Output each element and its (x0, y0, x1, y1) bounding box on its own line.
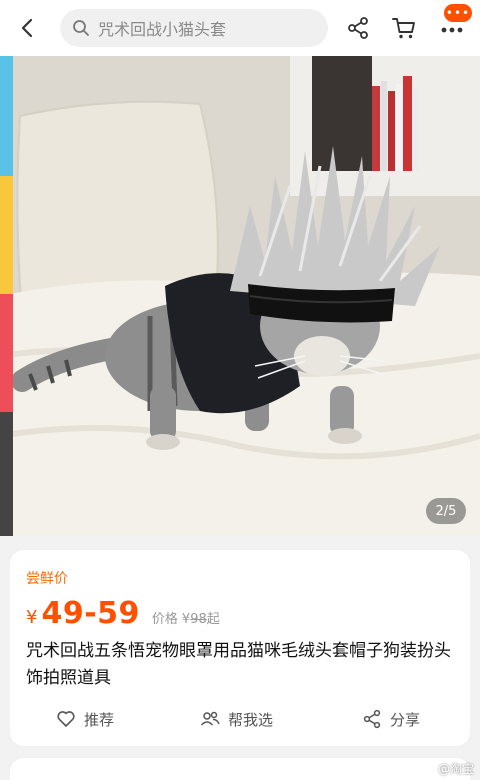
people-icon (200, 709, 220, 729)
back-icon[interactable] (14, 14, 42, 42)
promo-label: 尝鲜价 (26, 571, 68, 587)
heart-icon (56, 709, 76, 729)
product-image[interactable]: 2/5 (0, 56, 480, 536)
top-bar: 咒术回战小猫头套 ••• (0, 0, 480, 56)
product-info-card: 尝鲜价 ¥ 49-59 价格 ¥ 98 起 咒术回战五条悟宠物眼罩用品猫咪毛绒头… (10, 550, 470, 746)
recommend-button[interactable]: 推荐 (56, 704, 114, 734)
price-currency: ¥ (26, 607, 38, 628)
search-input[interactable]: 咒术回战小猫头套 (60, 9, 328, 47)
action-bar: 推荐 帮我选 分享 (10, 704, 470, 734)
recommend-label: 推荐 (84, 710, 115, 729)
gallery-strip-yellow (0, 176, 13, 294)
watermark: @淘宝 (437, 762, 474, 776)
price-value: 49-59 (41, 596, 140, 631)
help-choose-button[interactable]: 帮我选 (200, 704, 273, 734)
gallery-strip-red (0, 294, 13, 412)
next-section-card (10, 758, 470, 780)
cart-icon[interactable] (390, 14, 418, 42)
original-price-label: 价格 (151, 612, 178, 627)
share-label: 分享 (390, 710, 421, 729)
product-title: 咒术回战五条悟宠物眼罩用品猫咪毛绒头套帽子狗装扮头饰拍照道具 (26, 641, 451, 688)
gallery-strip-blue (0, 56, 13, 176)
gallery-strip-dark (0, 412, 13, 536)
search-placeholder: 咒术回战小猫头套 (98, 20, 227, 39)
share-icon (362, 709, 382, 729)
share-icon[interactable] (344, 14, 372, 42)
cat-photo (0, 56, 480, 536)
search-icon (72, 19, 90, 37)
price-row: ¥ 49-59 价格 ¥ 98 起 (26, 596, 220, 631)
image-counter: 2/5 (426, 498, 466, 524)
message-badge: ••• (444, 4, 472, 22)
share-button[interactable]: 分享 (362, 704, 420, 734)
original-price-currency: ¥ (181, 612, 191, 627)
original-price-suffix: 起 (206, 612, 220, 627)
original-price: 98 (190, 612, 207, 627)
product-page: 咒术回战小猫头套 ••• 2/5 尝鲜价 ¥ 49-59 价格 ¥ 98 起 咒… (0, 0, 480, 780)
help-choose-label: 帮我选 (228, 710, 274, 729)
